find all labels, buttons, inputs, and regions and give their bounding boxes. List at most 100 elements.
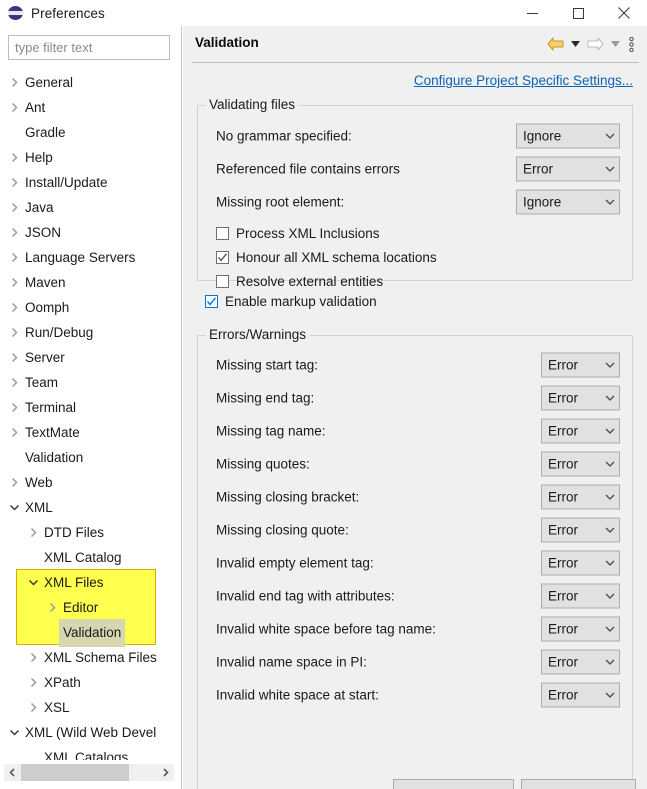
error-warning-severity-dropdown[interactable]: Error xyxy=(541,385,620,410)
validating-file-severity-dropdown[interactable]: Ignore xyxy=(516,189,620,214)
sidebar-item-validation[interactable]: Validation xyxy=(0,618,181,647)
maximize-button[interactable] xyxy=(555,0,601,26)
sidebar-item-validation[interactable]: Validation xyxy=(0,445,181,470)
validating-file-row: No grammar specified: Ignore xyxy=(198,119,632,152)
back-arrow-icon[interactable] xyxy=(543,33,567,55)
error-warning-severity-dropdown[interactable]: Error xyxy=(541,583,620,608)
sidebar-item-oomph[interactable]: Oomph xyxy=(0,295,181,320)
preferences-tree[interactable]: General Ant Gradle Help Install/Update Java JS… xyxy=(0,70,181,760)
sidebar-item-install-update[interactable]: Install/Update xyxy=(0,170,181,195)
chevron-down-icon[interactable] xyxy=(8,726,21,739)
chevron-down-icon[interactable] xyxy=(8,501,21,514)
sidebar-item-label: DTD Files xyxy=(44,525,104,540)
sidebar-item-json[interactable]: JSON xyxy=(0,220,181,245)
chevron-right-icon[interactable] xyxy=(27,701,40,714)
configure-project-specific-settings-link[interactable]: Configure Project Specific Settings... xyxy=(414,73,633,88)
sidebar-item-label: Validation xyxy=(59,618,126,647)
sidebar-item-ant[interactable]: Ant xyxy=(0,95,181,120)
sidebar-item-team[interactable]: Team xyxy=(0,370,181,395)
sidebar-item-xsl[interactable]: XSL xyxy=(0,695,181,720)
error-warning-severity-dropdown[interactable]: Error xyxy=(541,517,620,542)
sidebar-item-dtd-files[interactable]: DTD Files xyxy=(0,520,181,545)
sidebar-item-server[interactable]: Server xyxy=(0,345,181,370)
error-warning-severity-dropdown[interactable]: Error xyxy=(541,682,620,707)
chevron-right-icon[interactable] xyxy=(8,151,21,164)
back-history-chevron-down-icon[interactable] xyxy=(567,33,583,55)
chevron-right-icon[interactable] xyxy=(27,651,40,664)
scroll-right-arrow-icon[interactable] xyxy=(157,764,174,781)
apply-button[interactable]: Apply xyxy=(521,779,636,789)
sidebar-item-run-debug[interactable]: Run/Debug xyxy=(0,320,181,345)
sidebar-horizontal-scrollbar[interactable] xyxy=(4,764,174,781)
chevron-right-icon[interactable] xyxy=(8,301,21,314)
close-button[interactable] xyxy=(601,0,647,26)
error-warning-severity-dropdown[interactable]: Error xyxy=(541,550,620,575)
checkbox-resolve-external-entities[interactable]: Resolve external entities xyxy=(216,274,383,289)
sidebar-item-terminal[interactable]: Terminal xyxy=(0,395,181,420)
chevron-right-icon[interactable] xyxy=(8,76,21,89)
error-warning-severity-dropdown[interactable]: Error xyxy=(541,649,620,674)
filter-input[interactable] xyxy=(8,35,170,60)
validating-file-severity-dropdown[interactable]: Error xyxy=(516,156,620,181)
enable-markup-validation-checkbox[interactable]: Enable markup validation xyxy=(205,294,377,309)
sidebar-item-xml[interactable]: XML xyxy=(0,495,181,520)
chevron-right-icon[interactable] xyxy=(8,276,21,289)
checkbox-checked-icon xyxy=(216,251,229,264)
chevron-right-icon[interactable] xyxy=(8,201,21,214)
sidebar-item-xml-wild-web-devel[interactable]: XML (Wild Web Devel xyxy=(0,720,181,745)
dropdown-value: Error xyxy=(548,489,578,504)
error-warning-severity-dropdown[interactable]: Error xyxy=(541,451,620,476)
error-warning-row: Missing tag name: Error xyxy=(198,414,632,447)
dropdown-value: Error xyxy=(548,687,578,702)
chevron-right-icon[interactable] xyxy=(8,251,21,264)
chevron-right-icon[interactable] xyxy=(8,326,21,339)
chevron-right-icon[interactable] xyxy=(8,351,21,364)
error-warning-label: Missing end tag: xyxy=(216,390,315,405)
restore-defaults-button[interactable]: Restore Defaults xyxy=(393,779,514,789)
sidebar-item-xml-catalogs[interactable]: XML Catalogs xyxy=(0,745,181,760)
sidebar-item-java[interactable]: Java xyxy=(0,195,181,220)
chevron-down-icon xyxy=(601,460,619,467)
chevron-right-icon[interactable] xyxy=(27,676,40,689)
forward-arrow-icon[interactable] xyxy=(583,33,607,55)
sidebar-item-web[interactable]: Web xyxy=(0,470,181,495)
error-warning-row: Invalid white space at start: Error xyxy=(198,678,632,711)
chevron-right-icon[interactable] xyxy=(8,401,21,414)
sidebar-item-maven[interactable]: Maven xyxy=(0,270,181,295)
chevron-right-icon[interactable] xyxy=(8,376,21,389)
error-warning-severity-dropdown[interactable]: Error xyxy=(541,484,620,509)
sidebar-item-general[interactable]: General xyxy=(0,70,181,95)
scrollbar-thumb[interactable] xyxy=(21,764,129,781)
dropdown-value: Error xyxy=(548,390,578,405)
chevron-right-icon[interactable] xyxy=(8,426,21,439)
minimize-button[interactable] xyxy=(509,0,555,26)
chevron-down-icon[interactable] xyxy=(27,576,40,589)
chevron-right-icon[interactable] xyxy=(8,176,21,189)
forward-history-chevron-down-icon[interactable] xyxy=(607,33,623,55)
sidebar-item-editor[interactable]: Editor xyxy=(0,595,181,620)
sidebar-item-textmate[interactable]: TextMate xyxy=(0,420,181,445)
sidebar-item-xml-files[interactable]: XML Files xyxy=(0,570,181,595)
view-menu-icon[interactable] xyxy=(623,33,639,55)
error-warning-row: Invalid end tag with attributes: Error xyxy=(198,579,632,612)
chevron-right-icon[interactable] xyxy=(27,526,40,539)
sidebar-item-gradle[interactable]: Gradle xyxy=(0,120,181,145)
error-warning-severity-dropdown[interactable]: Error xyxy=(541,616,620,641)
chevron-down-icon xyxy=(601,198,619,205)
sidebar-item-xpath[interactable]: XPath xyxy=(0,670,181,695)
checkbox-honour-all-xml-schema-locations[interactable]: Honour all XML schema locations xyxy=(216,250,437,265)
validating-file-label: No grammar specified: xyxy=(216,128,352,143)
sidebar-item-xml-schema-files[interactable]: XML Schema Files xyxy=(0,645,181,670)
error-warning-severity-dropdown[interactable]: Error xyxy=(541,418,620,443)
chevron-right-icon[interactable] xyxy=(8,476,21,489)
chevron-right-icon[interactable] xyxy=(8,101,21,114)
sidebar-item-language-servers[interactable]: Language Servers xyxy=(0,245,181,270)
scroll-left-arrow-icon[interactable] xyxy=(4,764,21,781)
checkbox-process-xml-inclusions[interactable]: Process XML Inclusions xyxy=(216,226,380,241)
chevron-right-icon[interactable] xyxy=(8,226,21,239)
sidebar-item-xml-catalog[interactable]: XML Catalog xyxy=(0,545,181,570)
chevron-right-icon[interactable] xyxy=(46,601,59,614)
error-warning-severity-dropdown[interactable]: Error xyxy=(541,352,620,377)
validating-file-severity-dropdown[interactable]: Ignore xyxy=(516,123,620,148)
sidebar-item-help[interactable]: Help xyxy=(0,145,181,170)
